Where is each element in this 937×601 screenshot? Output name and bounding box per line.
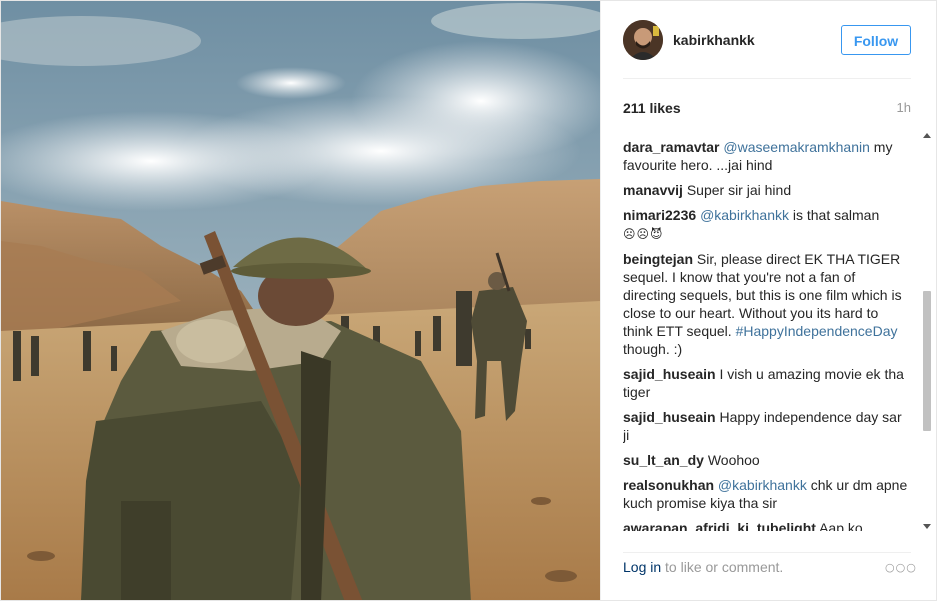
login-prompt-text: to like or comment. <box>661 559 784 575</box>
comment-username[interactable]: beingtejan <box>623 251 693 267</box>
comment-username[interactable]: sajid_huseain <box>623 409 716 425</box>
comment-item: awarapan_afridi_ki_tubelight Aap ko <box>623 519 911 531</box>
comment-item: nimari2236 @kabirkhankk is that salman ☹… <box>623 206 911 243</box>
username[interactable]: kabirkhankk <box>673 32 755 48</box>
post-time[interactable]: 1h <box>897 100 911 115</box>
login-prompt: Log in to like or comment. <box>623 559 783 575</box>
scroll-down-arrow-icon[interactable] <box>923 524 931 529</box>
comment-item: beingtejan Sir, please direct EK THA TIG… <box>623 250 911 358</box>
comment-username[interactable]: dara_ramavtar <box>623 139 720 155</box>
scroll-up-arrow-icon[interactable] <box>923 133 931 138</box>
ellipsis-icon[interactable]: ○○○ <box>885 561 916 575</box>
comments-list[interactable]: dara_ramavtar @waseemakramkhanin my favo… <box>623 138 911 531</box>
comment-hashtag[interactable]: #HappyIndependenceDay <box>736 323 898 339</box>
comment-username[interactable]: su_lt_an_dy <box>623 452 704 468</box>
comment-item: realsonukhan @kabirkhankk chk ur dm apne… <box>623 476 911 512</box>
comment-mention[interactable]: @kabirkhankk <box>700 207 789 223</box>
comment-item: dara_ramavtar @waseemakramkhanin my favo… <box>623 138 911 174</box>
comment-username[interactable]: nimari2236 <box>623 207 696 223</box>
comment-item: su_lt_an_dy Woohoo <box>623 451 911 469</box>
comment-mention[interactable]: @kabirkhankk <box>718 477 807 493</box>
post-photo[interactable] <box>1 1 600 600</box>
post-modal: kabirkhankk Follow 211 likes 1h dara_ram… <box>0 0 937 601</box>
comment-username[interactable]: sajid_huseain <box>623 366 716 382</box>
post-details-panel: kabirkhankk Follow 211 likes 1h dara_ram… <box>600 1 936 600</box>
comment-text: Aap ko <box>819 520 863 531</box>
post-header: kabirkhankk Follow <box>623 20 911 79</box>
comment-item: sajid_huseain Happy independence day sar… <box>623 408 911 444</box>
comment-text: is that salman <box>792 207 880 223</box>
login-link[interactable]: Log in <box>623 559 661 575</box>
comment-username[interactable]: awarapan_afridi_ki_tubelight <box>623 520 816 531</box>
comment-item: manavvij Super sir jai hind <box>623 181 911 199</box>
comments-scrollbar[interactable] <box>920 131 934 531</box>
comment-text-tail: though. :) <box>623 341 683 357</box>
post-footer: Log in to like or comment. ○○○ <box>623 552 916 600</box>
avatar[interactable] <box>623 20 663 60</box>
likes-count[interactable]: 211 likes <box>623 100 681 116</box>
comment-emoji: ☹☹😈 <box>623 227 664 241</box>
comment-username[interactable]: realsonukhan <box>623 477 714 493</box>
comment-mention[interactable]: @waseemakramkhanin <box>723 139 870 155</box>
scroll-thumb[interactable] <box>923 291 931 431</box>
likes-row: 211 likes 1h <box>623 100 911 120</box>
follow-button[interactable]: Follow <box>841 25 911 55</box>
comment-username[interactable]: manavvij <box>623 182 683 198</box>
comment-text: Super sir jai hind <box>686 182 792 198</box>
comment-item: sajid_huseain I vish u amazing movie ek … <box>623 365 911 401</box>
comment-text: Woohoo <box>707 452 760 468</box>
